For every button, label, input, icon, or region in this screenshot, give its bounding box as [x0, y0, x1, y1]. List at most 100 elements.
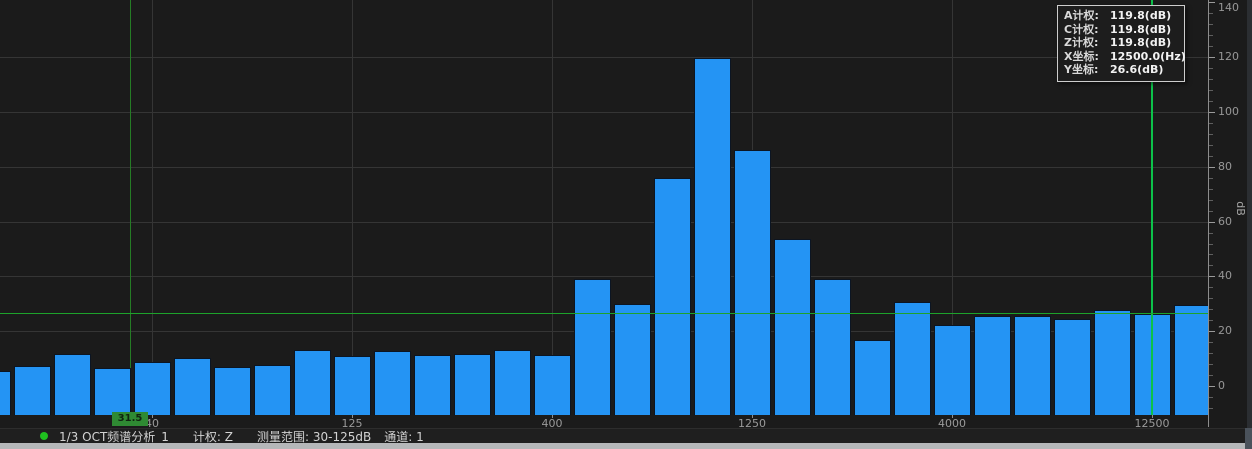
bar-800hz[interactable] [654, 178, 691, 415]
y-axis-minor-tick [1209, 309, 1213, 310]
y-axis-major-tick [1209, 276, 1215, 277]
y-axis-tick-label: 40 [1218, 270, 1232, 282]
horizontal-gridline [0, 276, 1208, 277]
bar-20hz[interactable] [14, 366, 51, 415]
status-bar: 1/3 OCT频谱分析_1 计权: Z 测量范围: 30-125dB 通道: 1 [0, 428, 1245, 443]
readout-label: A计权: [1064, 9, 1110, 23]
right-edge-strip [1247, 0, 1252, 449]
bar-1000hz[interactable] [694, 58, 731, 415]
y-axis-tick-label: 120 [1218, 51, 1239, 63]
bar-31.5hz[interactable] [94, 368, 131, 415]
y-axis-minor-tick [1209, 342, 1213, 343]
readout-label: X坐标: [1064, 50, 1110, 64]
y-axis-major-tick [1209, 386, 1215, 387]
horizontal-gridline [0, 57, 1208, 58]
y-axis-major-tick [1209, 222, 1215, 223]
bar-3150hz[interactable] [894, 302, 931, 415]
bar-6300hz[interactable] [1014, 316, 1051, 415]
bar-250hz[interactable] [454, 354, 491, 415]
y-axis-minor-tick [1209, 46, 1213, 47]
bar-8000hz[interactable] [1054, 319, 1091, 415]
bar-2000hz[interactable] [814, 279, 851, 415]
bar-1250hz[interactable] [734, 150, 771, 415]
y-axis-minor-tick [1209, 90, 1213, 91]
x-axis-tick-label: 12500 [1135, 417, 1170, 430]
y-axis-minor-tick [1209, 79, 1213, 80]
readout-row-a-weight: A计权: 119.8(dB) [1064, 9, 1179, 23]
y-axis-tick-label: 80 [1218, 161, 1232, 173]
horizontal-gridline [0, 167, 1208, 168]
y-axis-minor-tick [1209, 287, 1213, 288]
measurement-title: 1/3 OCT频谱分析_1 [59, 428, 169, 445]
y-axis-minor-tick [1209, 375, 1213, 376]
y-axis-tick-label: 20 [1218, 325, 1232, 337]
bar-200hz[interactable] [414, 355, 451, 415]
y-axis-major-tick [1209, 331, 1215, 332]
channel-status: 通道: 1 [384, 428, 424, 445]
y-axis-minor-tick [1209, 24, 1213, 25]
bar-63hz[interactable] [214, 367, 251, 415]
cursor-horizontal-line[interactable] [0, 313, 1208, 314]
readout-value: 26.6(dB) [1110, 63, 1163, 77]
bar-500hz[interactable] [574, 279, 611, 415]
bar-315hz[interactable] [494, 350, 531, 415]
bar-16000hz[interactable] [1174, 305, 1208, 415]
y-axis-minor-tick [1209, 211, 1213, 212]
readout-row-x-coord: X坐标: 12500.0(Hz) [1064, 50, 1179, 64]
y-axis-minor-tick [1209, 397, 1213, 398]
y-axis-minor-tick [1209, 233, 1213, 234]
x-axis-tick-label: 1250 [738, 417, 766, 430]
bar-1600hz[interactable] [774, 239, 811, 415]
bar-40hz[interactable] [134, 362, 171, 415]
x-axis-tick-label: 400 [542, 417, 563, 430]
y-axis-minor-tick [1209, 35, 1213, 36]
y-axis-major-tick [1209, 57, 1215, 58]
y-axis-minor-tick [1209, 123, 1213, 124]
y-axis-line [1208, 0, 1209, 427]
y-axis-minor-tick [1209, 265, 1213, 266]
y-axis-minor-tick [1209, 156, 1213, 157]
bar-10000hz[interactable] [1094, 310, 1131, 415]
y-axis-minor-tick [1209, 68, 1213, 69]
horizontal-gridline [0, 222, 1208, 223]
y-axis-minor-tick [1209, 254, 1213, 255]
y-axis-tick-label: 60 [1218, 216, 1232, 228]
weighting-status: 计权: Z [193, 428, 233, 445]
vertical-gridline [552, 0, 553, 415]
bar-5000hz[interactable] [974, 316, 1011, 415]
y-axis-minor-tick [1209, 364, 1213, 365]
readout-value: 12500.0(Hz) [1110, 50, 1186, 64]
bar-25hz[interactable] [54, 354, 91, 415]
bar-100hz[interactable] [294, 350, 331, 415]
chart-plot-area[interactable] [0, 0, 1208, 415]
bar-50hz[interactable] [174, 358, 211, 415]
y-axis-major-tick [1209, 112, 1215, 113]
window-bottom-edge [0, 443, 1245, 449]
readout-value: 119.8(dB) [1110, 23, 1171, 37]
y-axis-minor-tick [1209, 298, 1213, 299]
y-axis-minor-tick [1209, 13, 1213, 14]
readout-label: Y坐标: [1064, 63, 1110, 77]
status-indicator-dot [40, 432, 48, 440]
marker-frequency-badge: 31.5 [112, 412, 148, 426]
bar-125hz[interactable] [334, 356, 371, 415]
scrollbar-corner [1245, 428, 1252, 449]
horizontal-gridline [0, 112, 1208, 113]
y-axis-minor-tick [1209, 134, 1213, 135]
band-marker-line[interactable] [130, 0, 131, 415]
readout-row-y-coord: Y坐标: 26.6(dB) [1064, 63, 1179, 77]
bar-630hz[interactable] [614, 304, 651, 415]
y-axis-minor-tick [1209, 244, 1213, 245]
y-axis-major-tick [1209, 2, 1215, 3]
bar-80hz[interactable] [254, 365, 291, 415]
bar-4000hz[interactable] [934, 325, 971, 415]
bar-16hz[interactable] [0, 371, 11, 415]
readout-row-z-weight: Z计权: 119.8(dB) [1064, 36, 1179, 50]
y-axis-minor-tick [1209, 189, 1213, 190]
bar-160hz[interactable] [374, 351, 411, 415]
y-axis-unit-label: dB [1234, 201, 1247, 216]
bar-400hz[interactable] [534, 355, 571, 415]
y-axis-minor-tick [1209, 178, 1213, 179]
y-axis-minor-tick [1209, 353, 1213, 354]
bar-2500hz[interactable] [854, 340, 891, 415]
